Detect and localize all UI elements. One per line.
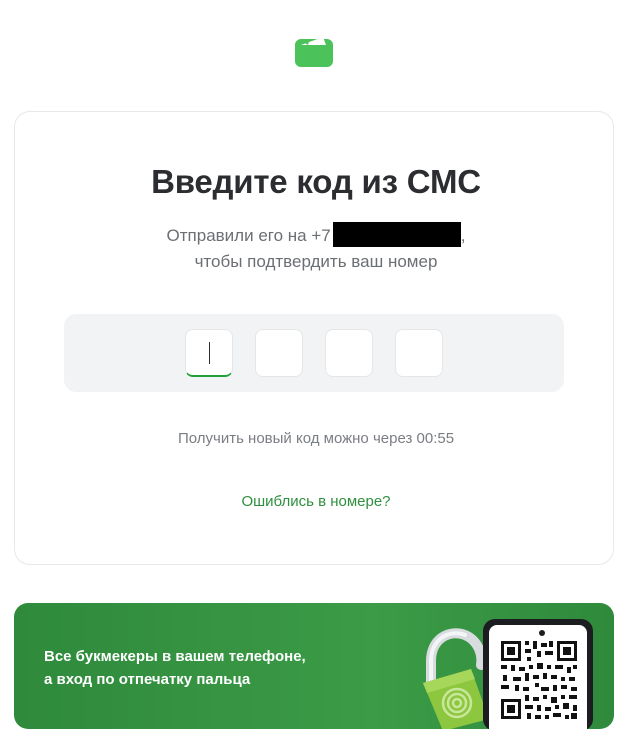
promo-banner[interactable]: Все букмекеры в вашем телефоне, а вход п… [14, 603, 614, 729]
resend-timer: Получить новый код можно через 00:55 [177, 430, 455, 447]
phone-camera [539, 630, 545, 636]
subtitle-suffix: , [460, 226, 466, 245]
page: Введите код из СМС Отправили его на +7, … [0, 0, 632, 742]
phone-screen [489, 625, 587, 729]
subtitle-line2: чтобы подтвердить ваш номер [194, 252, 438, 271]
redacted-phone-number [332, 222, 461, 247]
promo-line-1: Все букмекеры в вашем телефоне, [44, 648, 306, 665]
subtitle: Отправили его на +7, чтобы подтвердить в… [0, 222, 632, 275]
wrong-number-link[interactable]: Ошиблись в номере? [0, 493, 632, 510]
promo-line-2: а вход по отпечатку пальца [44, 671, 251, 688]
code-digit-3[interactable] [325, 329, 373, 377]
page-title: Введите код из СМС [151, 163, 481, 200]
subtitle-prefix: Отправили его на +7 [166, 226, 331, 245]
qr-code-icon [499, 639, 579, 721]
code-digit-1[interactable] [185, 329, 233, 377]
code-digit-4[interactable] [395, 329, 443, 377]
phone-mockup [483, 619, 593, 729]
text-cursor [209, 342, 210, 364]
code-digit-2[interactable] [255, 329, 303, 377]
code-input-panel [64, 314, 564, 392]
promo-text: Все букмекеры в вашем телефоне, а вход п… [44, 645, 306, 691]
wallet-logo-icon [295, 37, 333, 67]
